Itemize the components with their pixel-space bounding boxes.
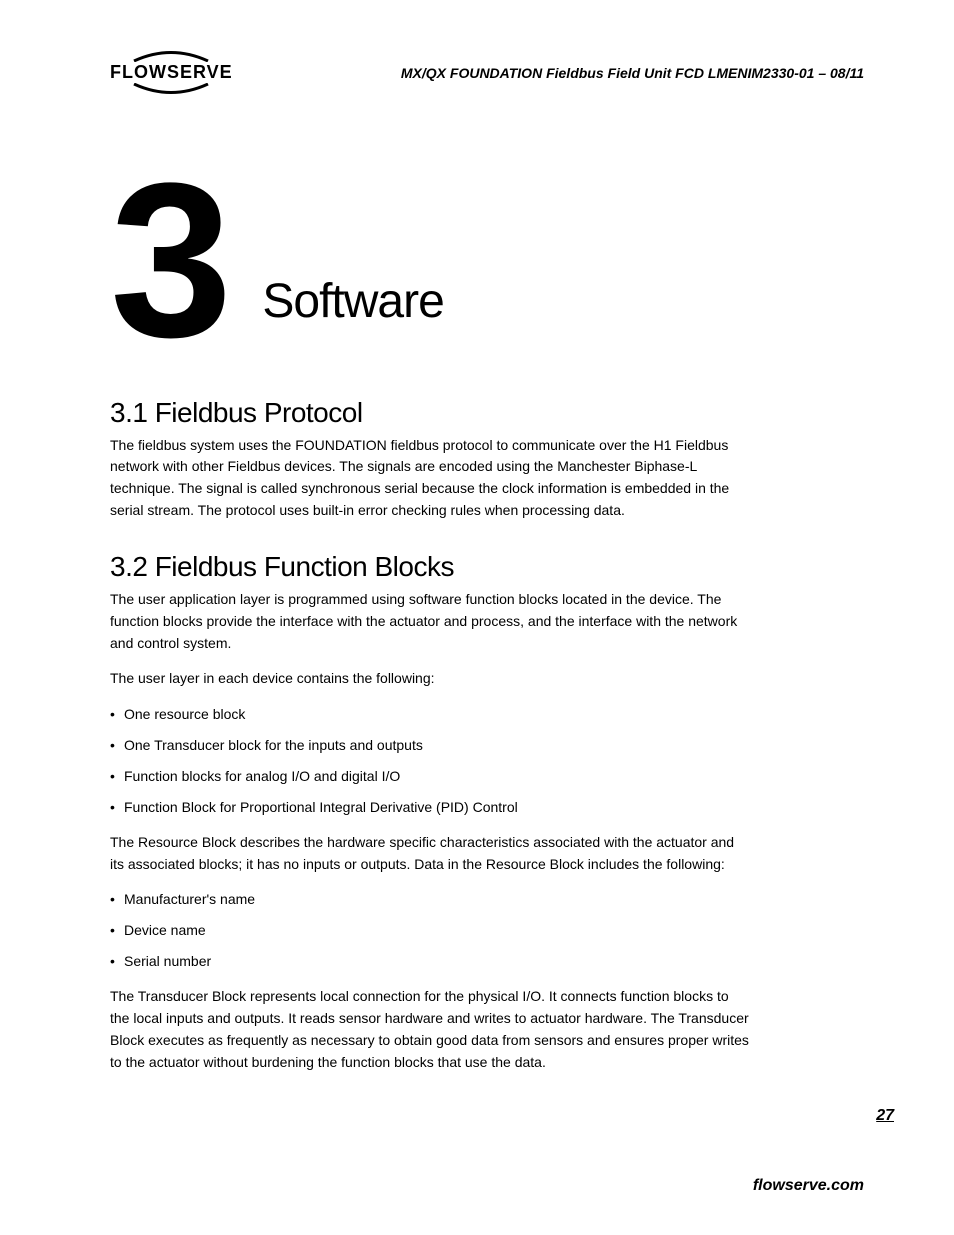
footer-url: flowserve.com	[753, 1177, 864, 1195]
bullet-list: One resource block One Transducer block …	[110, 704, 750, 818]
paragraph: The Resource Block describes the hardwar…	[110, 832, 750, 875]
page-number: 27	[876, 1107, 894, 1125]
list-item: Function Block for Proportional Integral…	[110, 797, 750, 818]
logo-top-arc-icon	[126, 50, 216, 62]
list-item: Serial number	[110, 951, 750, 972]
logo-bottom-arc-icon	[126, 83, 216, 95]
chapter-number: 3	[110, 175, 222, 347]
list-item: Manufacturer's name	[110, 889, 750, 910]
chapter-title: Software	[262, 274, 443, 329]
paragraph: The fieldbus system uses the FOUNDATION …	[110, 435, 750, 522]
document-title: MX/QX FOUNDATION Fieldbus Field Unit FCD…	[401, 65, 864, 81]
list-item: One resource block	[110, 704, 750, 725]
section-heading-3-1: 3.1 Fieldbus Protocol	[110, 397, 864, 429]
list-item: Device name	[110, 920, 750, 941]
paragraph: The Transducer Block represents local co…	[110, 986, 750, 1073]
section-heading-3-2: 3.2 Fieldbus Function Blocks	[110, 551, 864, 583]
page-header: FLOWSERVE MX/QX FOUNDATION Fieldbus Fiel…	[110, 50, 864, 95]
paragraph: The user application layer is programmed…	[110, 589, 750, 654]
logo-text: FLOWSERVE	[110, 62, 233, 83]
paragraph: The user layer in each device contains t…	[110, 668, 750, 690]
flowserve-logo: FLOWSERVE	[110, 50, 233, 95]
bullet-list: Manufacturer's name Device name Serial n…	[110, 889, 750, 972]
document-page: FLOWSERVE MX/QX FOUNDATION Fieldbus Fiel…	[0, 0, 954, 1235]
list-item: Function blocks for analog I/O and digit…	[110, 766, 750, 787]
chapter-heading: 3 Software	[110, 175, 864, 347]
list-item: One Transducer block for the inputs and …	[110, 735, 750, 756]
